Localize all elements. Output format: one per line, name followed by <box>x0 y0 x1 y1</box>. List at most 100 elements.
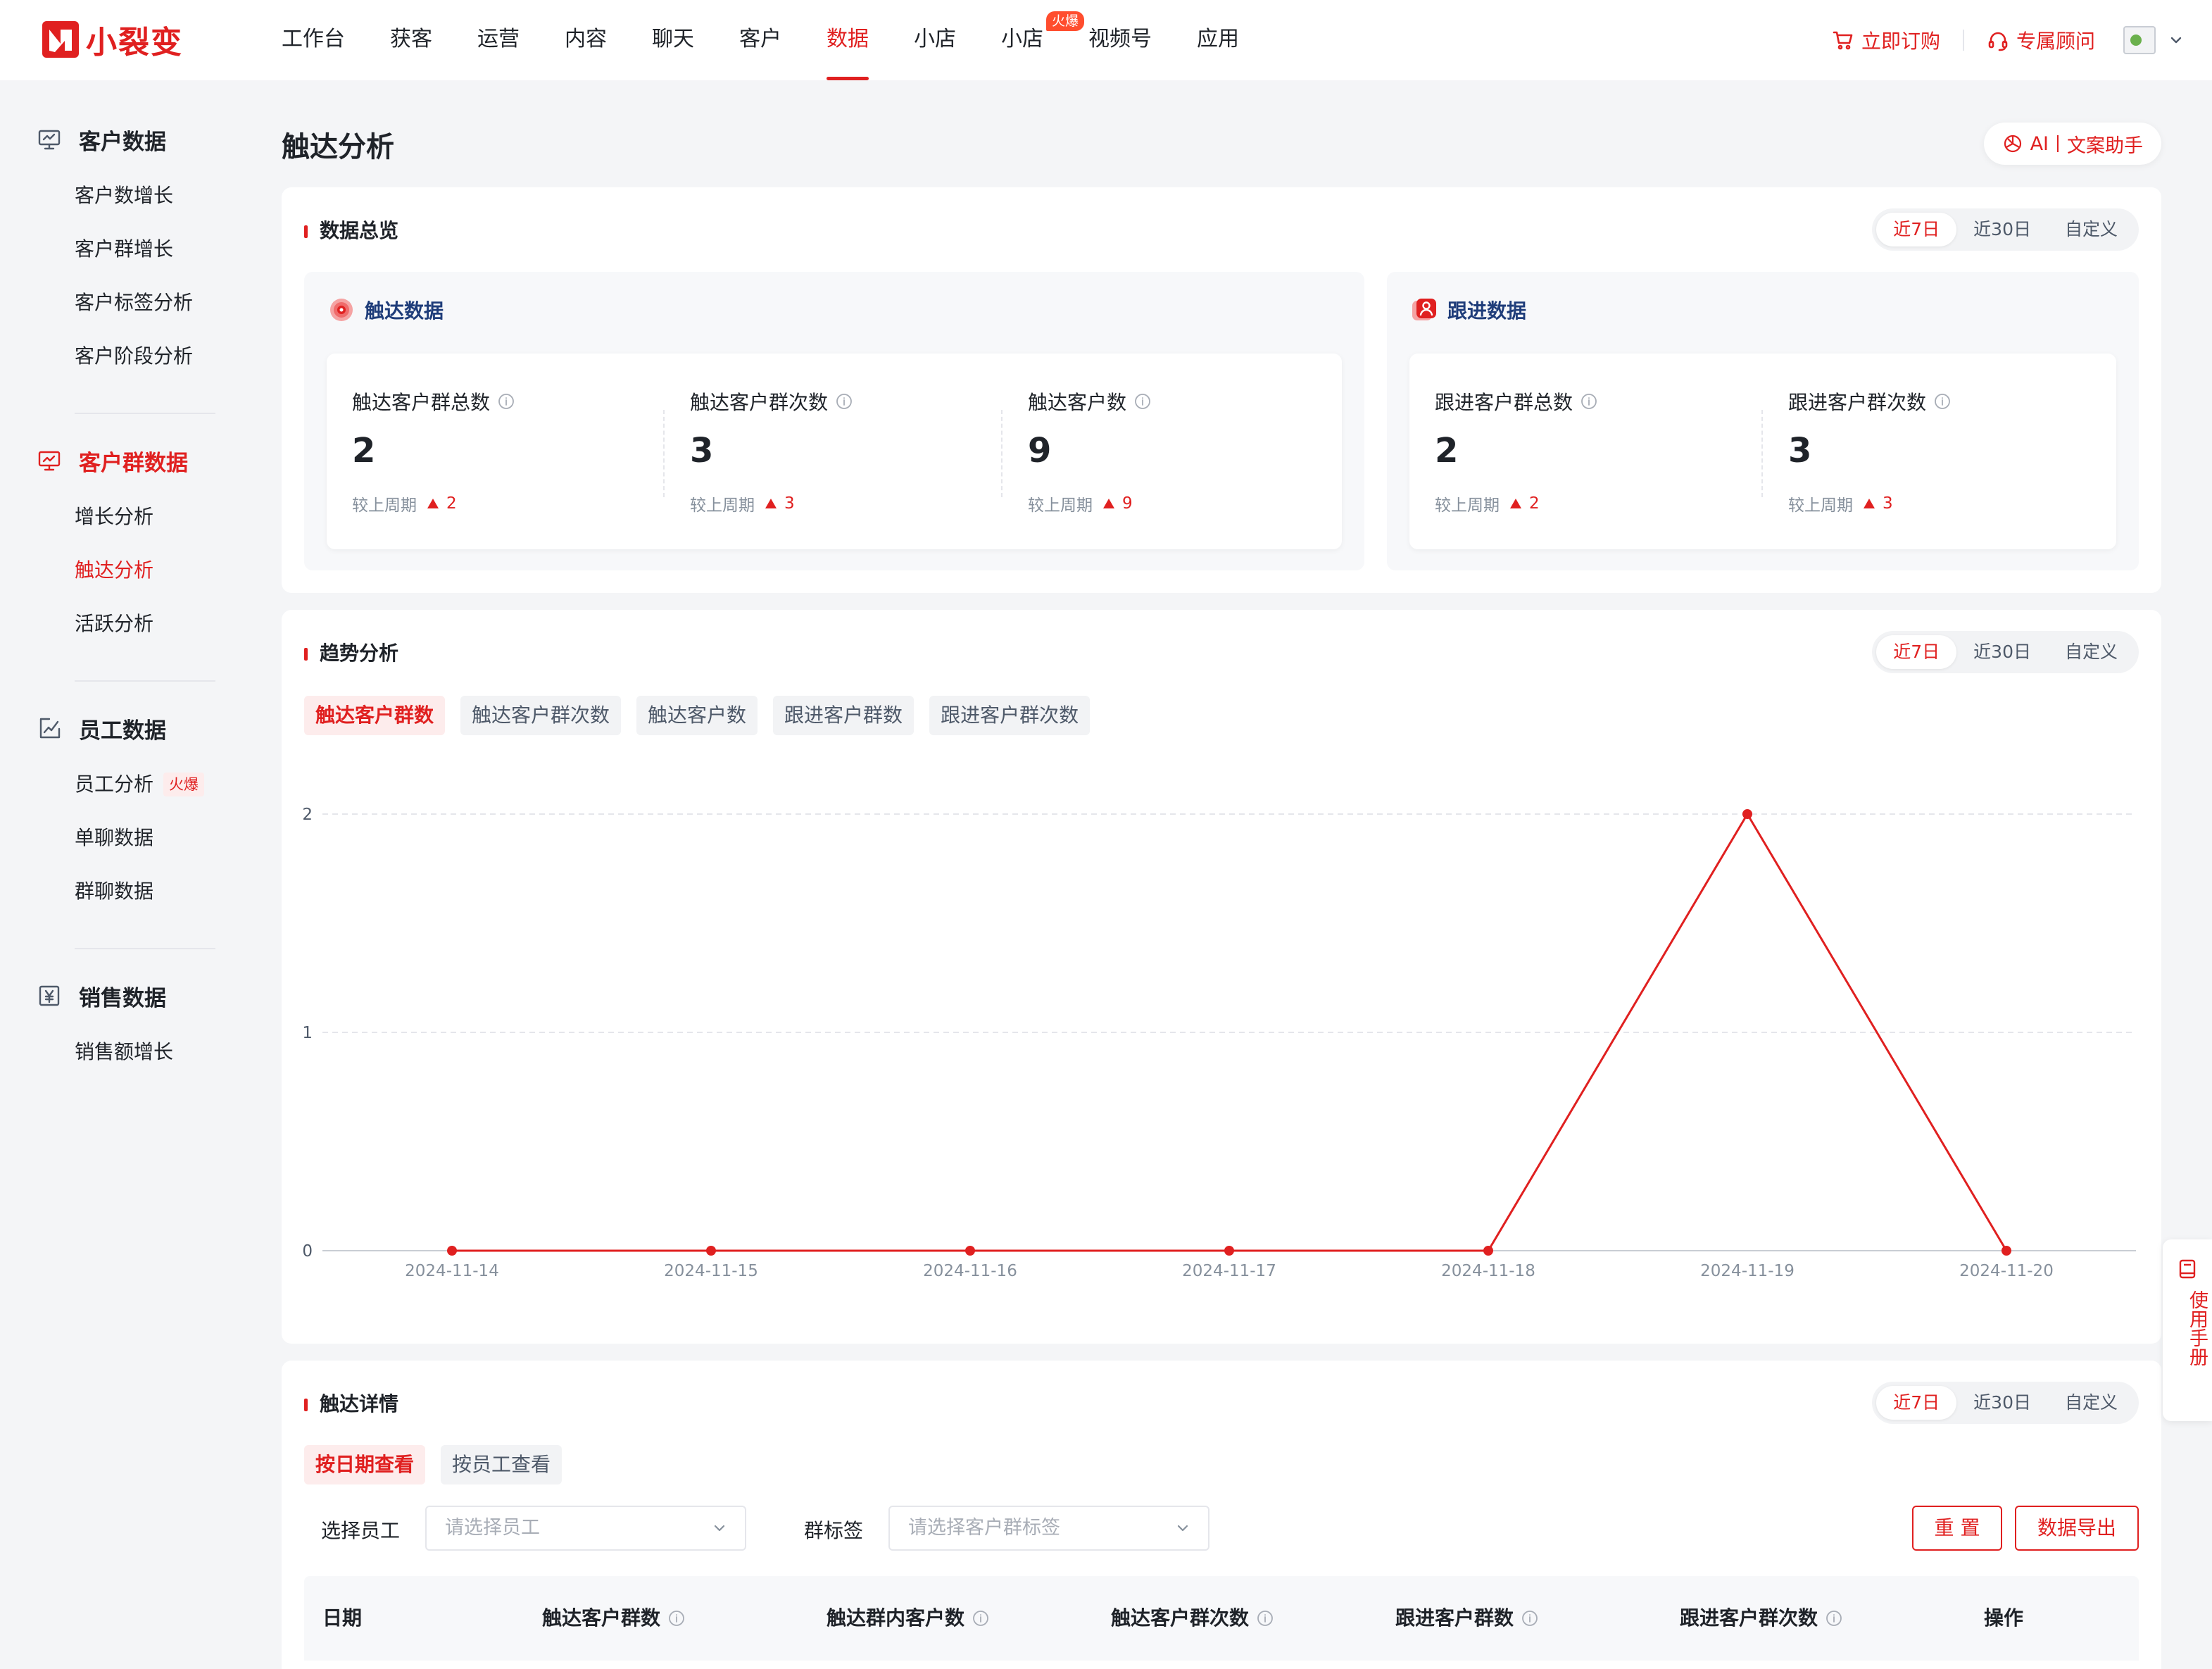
sidebar-item-active-analysis[interactable]: 活跃分析 <box>0 597 253 651</box>
sidebar-item-customer-growth[interactable]: 客户数增长 <box>0 169 253 223</box>
range-7d[interactable]: 近7日 <box>1876 1386 1957 1420</box>
range-7d[interactable]: 近7日 <box>1876 213 1957 246</box>
sidebar-item-group-growth[interactable]: 客户群增长 <box>0 223 253 276</box>
reset-button[interactable]: 重 置 <box>1912 1506 2002 1551</box>
stat-compare: 较上周期 2 <box>352 492 457 515</box>
nav-item-apps[interactable]: 应用 <box>1197 0 1239 80</box>
info-icon[interactable] <box>1580 392 1598 411</box>
tag-filter-label: 群标签 <box>804 1519 864 1542</box>
stat-label-text: 触达客户群次数 <box>690 391 829 414</box>
stat-label-text: 触达客户数 <box>1028 391 1127 414</box>
sidebar-item-growth-analysis[interactable]: 增长分析 <box>0 490 253 544</box>
info-icon[interactable] <box>667 1609 686 1627</box>
data-point <box>447 1246 457 1256</box>
sidebar-group-staff: 员工数据 员工分析 火爆 单聊数据 群聊数据 <box>0 707 253 918</box>
nav-item-customer[interactable]: 客户 <box>739 0 781 80</box>
compare-delta: 2 <box>446 494 457 513</box>
triangle-up-icon <box>1509 498 1522 509</box>
stat-reach-group-total: 触达客户群总数 2 较上周期 2 <box>327 354 665 549</box>
info-icon[interactable] <box>1825 1609 1843 1627</box>
info-icon[interactable] <box>497 392 515 411</box>
monitor-icon <box>37 127 62 152</box>
stat-value: 9 <box>1028 431 1052 470</box>
compare-delta: 3 <box>1883 494 1893 513</box>
range-custom[interactable]: 自定义 <box>2048 1386 2135 1420</box>
data-point <box>706 1246 716 1256</box>
column-date: 日期 <box>322 1606 363 1630</box>
sidebar-item-single-chat[interactable]: 单聊数据 <box>0 811 253 865</box>
column-reach-group-times: 触达客户群次数 <box>1111 1576 1274 1661</box>
reach-panel-title: 触达数据 <box>365 299 444 323</box>
range-30d[interactable]: 近30日 <box>1956 1386 2048 1420</box>
nav-item-data[interactable]: 数据 <box>827 0 869 80</box>
stat-label: 跟进客户群次数 <box>1788 387 1952 415</box>
sidebar-item-reach-analysis[interactable]: 触达分析 <box>0 544 253 597</box>
range-custom[interactable]: 自定义 <box>2048 213 2135 246</box>
triangle-up-icon <box>427 498 439 509</box>
column-reach-groups: 触达客户群数 <box>542 1576 686 1661</box>
stat-reach-customers: 触达客户数 9 较上周期 9 <box>1003 354 1340 549</box>
sidebar-head-customer-data[interactable]: 客户数据 <box>0 118 253 161</box>
info-icon[interactable] <box>1133 392 1152 411</box>
sidebar-item-stage-analysis[interactable]: 客户阶段分析 <box>0 330 253 383</box>
stat-follow-group-times: 跟进客户群次数 3 较上周期 3 <box>1763 354 2115 549</box>
staff-select-placeholder: 请选择员工 <box>445 1517 540 1539</box>
logo-text: 小裂变 <box>86 25 183 61</box>
sidebar-divider <box>75 680 215 682</box>
follow-panel-head: 跟进数据 <box>1411 296 1526 324</box>
user-manual-button[interactable]: 使用手册 <box>2163 1239 2212 1421</box>
overview-card: 数据总览 近7日 近30日 自定义 触达数据 触达客户群总数 2 较上周期 2 … <box>282 187 2161 593</box>
order-link[interactable]: 立即订购 <box>1832 26 1940 54</box>
tab-by-staff[interactable]: 按员工查看 <box>441 1445 563 1484</box>
sidebar-item-tag-analysis[interactable]: 客户标签分析 <box>0 276 253 330</box>
export-button[interactable]: 数据导出 <box>2015 1506 2139 1551</box>
column-label: 触达客户群次数 <box>1111 1606 1250 1630</box>
avatar[interactable] <box>2123 26 2156 54</box>
follow-panel: 跟进数据 跟进客户群总数 2 较上周期 2 跟进客户群次数 3 较上周期 3 <box>1387 272 2139 570</box>
chevron-down-icon[interactable] <box>2168 32 2184 48</box>
sidebar-item-sales-growth[interactable]: 销售额增长 <box>0 1025 253 1079</box>
x-tick-label: 2024-11-16 <box>923 1262 1017 1280</box>
sidebar-head-group-data[interactable]: 客户群数据 <box>0 439 253 482</box>
nav-item-operate[interactable]: 运营 <box>477 0 520 80</box>
sidebar-item-group-chat[interactable]: 群聊数据 <box>0 865 253 918</box>
nav-item-acquire[interactable]: 获客 <box>390 0 432 80</box>
sidebar-divider <box>75 413 215 414</box>
compare-label: 较上周期 <box>1788 496 1853 515</box>
sidebar-head-label: 员工数据 <box>79 718 166 744</box>
nav-item-shop-hot[interactable]: 小店 火爆 <box>1001 0 1085 80</box>
logo[interactable]: 小裂变 <box>42 20 183 61</box>
info-icon[interactable] <box>1256 1609 1274 1627</box>
ai-divider <box>2057 135 2059 152</box>
stat-value: 3 <box>690 431 714 470</box>
group-tag-select[interactable]: 请选择客户群标签 <box>888 1506 1209 1551</box>
nav-item-channels[interactable]: 视频号 <box>1088 0 1152 80</box>
compare-label: 较上周期 <box>1028 496 1093 515</box>
nav-item-shop[interactable]: 小店 <box>914 0 956 80</box>
nav-item-workbench[interactable]: 工作台 <box>282 0 345 80</box>
compare-delta: 3 <box>784 494 795 513</box>
stat-label-text: 触达客户群总数 <box>352 391 491 414</box>
info-icon[interactable] <box>835 392 853 411</box>
info-icon[interactable] <box>1933 392 1952 411</box>
consultant-link[interactable]: 专属顾问 <box>1987 26 2095 54</box>
sidebar-divider <box>75 948 215 949</box>
overview-title: 数据总览 <box>304 218 398 244</box>
staff-select[interactable]: 请选择员工 <box>425 1506 746 1551</box>
sidebar-head-staff-data[interactable]: 员工数据 <box>0 707 253 749</box>
info-icon[interactable] <box>972 1609 990 1627</box>
manual-label: 使用手册 <box>2186 1290 2208 1366</box>
ai-copywriting-button[interactable]: AI 文案助手 <box>1983 123 2161 165</box>
nav-item-chat[interactable]: 聊天 <box>652 0 694 80</box>
sidebar-head-sales-data[interactable]: 销售数据 <box>0 975 253 1017</box>
info-icon[interactable] <box>1521 1609 1539 1627</box>
sidebar-item-label: 员工分析 <box>75 773 154 796</box>
range-30d[interactable]: 近30日 <box>1956 213 2048 246</box>
stat-label: 触达客户群次数 <box>690 387 853 415</box>
tab-by-date[interactable]: 按日期查看 <box>304 1445 426 1484</box>
nav-item-content[interactable]: 内容 <box>565 0 607 80</box>
sidebar-item-staff-analysis[interactable]: 员工分析 火爆 <box>0 758 253 811</box>
column-follow-group-times: 跟进客户群次数 <box>1680 1576 1843 1661</box>
overview-range-selector: 近7日 近30日 自定义 <box>1872 208 2139 251</box>
nav-item-shop-hot-label: 小店 <box>1001 27 1043 51</box>
